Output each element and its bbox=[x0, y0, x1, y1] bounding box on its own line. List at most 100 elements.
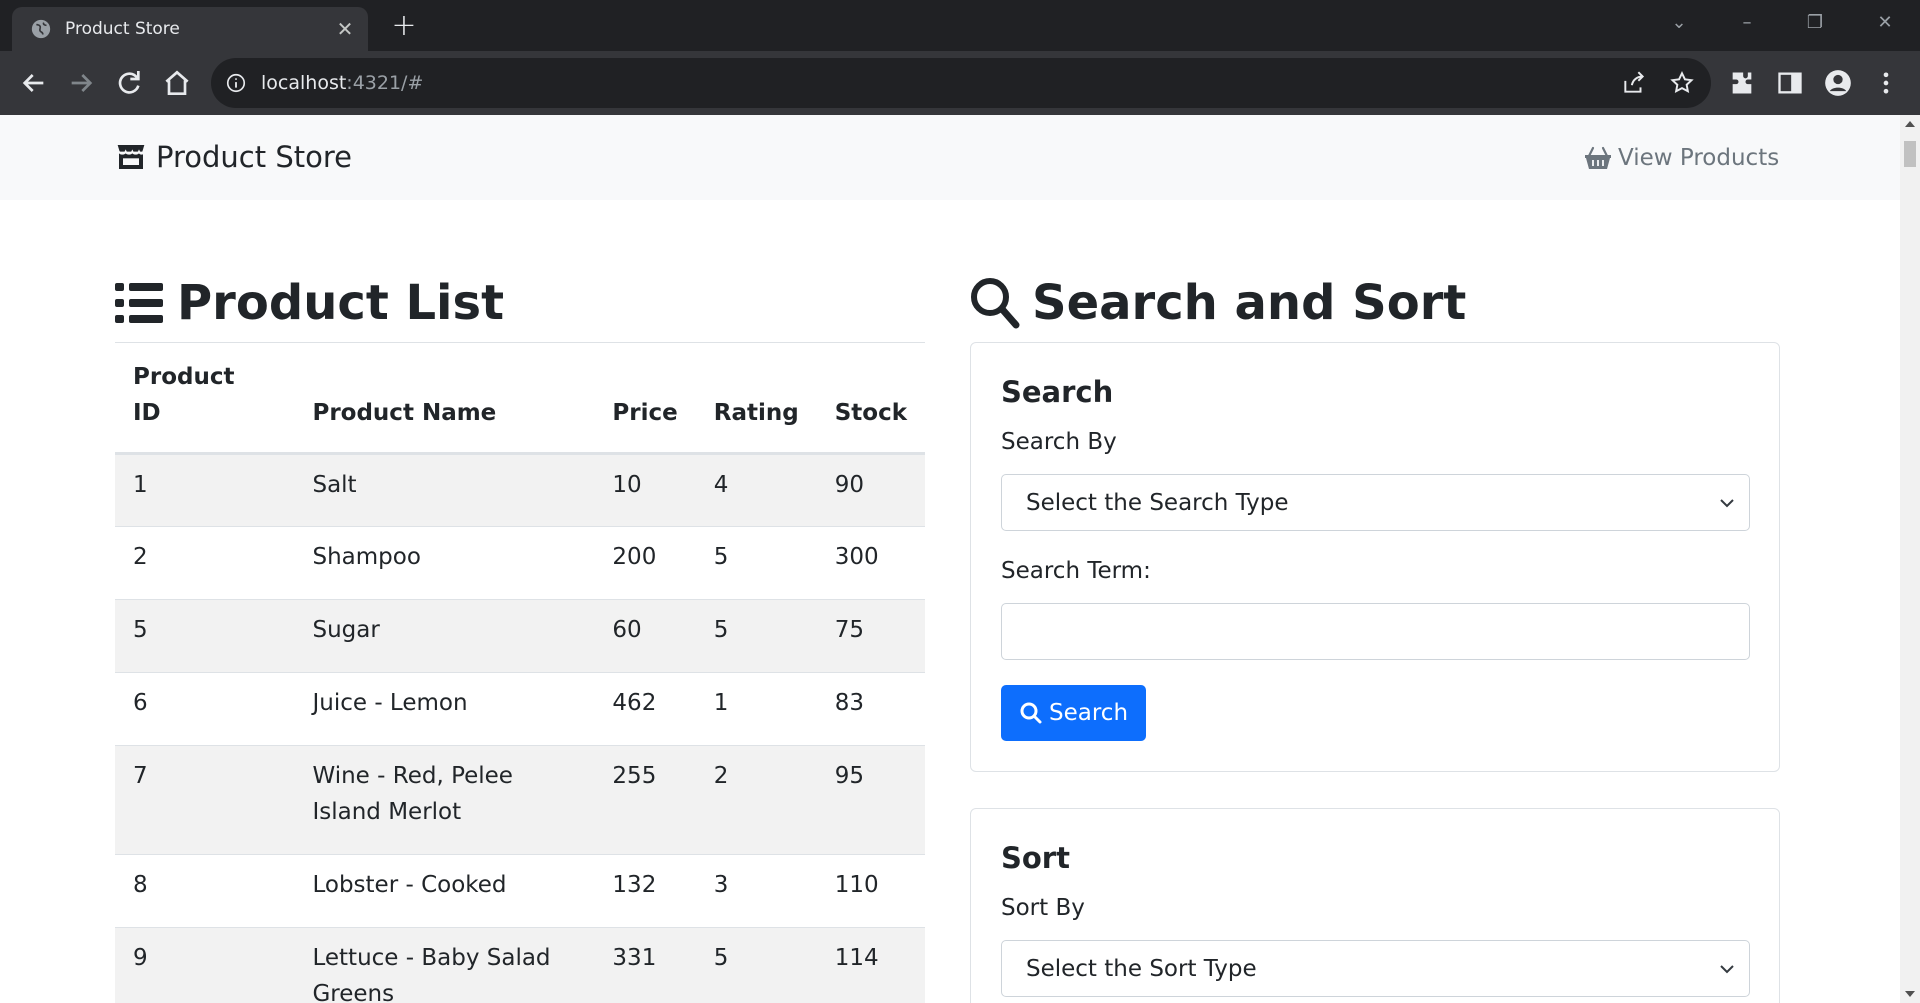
search-card: Search Search By Select the Search Type … bbox=[970, 342, 1780, 772]
cell-rating: 5 bbox=[695, 927, 817, 1003]
scroll-down-arrow-icon[interactable] bbox=[1905, 991, 1915, 997]
new-tab-button[interactable]: + bbox=[390, 11, 418, 41]
page-viewport: Product Store View Products Product List bbox=[0, 115, 1920, 1003]
table-row: 1 Salt 10 4 90 bbox=[115, 453, 925, 527]
cell-rating: 1 bbox=[695, 672, 817, 746]
browser-tab[interactable]: Product Store ✕ bbox=[12, 7, 368, 51]
cell-stock: 75 bbox=[816, 599, 925, 673]
url-host: localhost bbox=[261, 72, 347, 94]
cell-price: 331 bbox=[594, 927, 696, 1003]
bookmark-star-icon[interactable] bbox=[1669, 70, 1695, 96]
search-type-select[interactable]: Select the Search Type bbox=[1001, 474, 1750, 531]
cell-product-id: 1 bbox=[115, 453, 295, 527]
chevron-down-icon bbox=[1720, 499, 1734, 508]
product-list-title: Product List bbox=[177, 275, 505, 331]
search-term-input[interactable] bbox=[1001, 603, 1750, 660]
cell-rating: 3 bbox=[695, 854, 817, 928]
cell-price: 255 bbox=[594, 745, 696, 855]
close-window-button[interactable]: ✕ bbox=[1870, 11, 1900, 35]
cell-product-id: 6 bbox=[115, 672, 295, 746]
col-header-product-name[interactable]: Product Name bbox=[294, 343, 595, 455]
view-products-link[interactable]: View Products bbox=[1584, 143, 1779, 173]
col-header-product-id[interactable]: Product ID bbox=[115, 343, 295, 455]
tab-search-icon[interactable]: ⌄ bbox=[1664, 11, 1694, 35]
cell-stock: 95 bbox=[816, 745, 925, 855]
close-tab-icon[interactable]: ✕ bbox=[334, 18, 356, 40]
search-sort-title: Search and Sort bbox=[1032, 275, 1467, 331]
col-header-stock[interactable]: Stock bbox=[816, 343, 925, 455]
cell-rating: 5 bbox=[695, 599, 817, 673]
search-icon bbox=[1020, 702, 1042, 724]
brand-link[interactable]: Product Store bbox=[115, 139, 352, 175]
search-type-value: Select the Search Type bbox=[1026, 490, 1289, 516]
cell-product-name: Juice - Lemon bbox=[294, 672, 595, 746]
search-term-label: Search Term: bbox=[1001, 558, 1151, 584]
cell-product-id: 8 bbox=[115, 854, 295, 928]
cell-price: 462 bbox=[594, 672, 696, 746]
cell-rating: 4 bbox=[695, 453, 817, 527]
cell-price: 10 bbox=[594, 453, 696, 527]
tab-title: Product Store bbox=[65, 19, 180, 39]
site-navbar: Product Store View Products bbox=[0, 115, 1900, 200]
cell-product-name: Wine - Red, Pelee Island Merlot bbox=[294, 745, 595, 855]
cell-product-name: Sugar bbox=[294, 599, 595, 673]
profile-avatar-icon[interactable] bbox=[1824, 69, 1852, 97]
cell-price: 60 bbox=[594, 599, 696, 673]
search-button-label: Search bbox=[1049, 700, 1129, 726]
reload-button[interactable] bbox=[113, 67, 145, 99]
globe-icon bbox=[31, 19, 51, 39]
page-scrollbar[interactable] bbox=[1900, 115, 1920, 1003]
scroll-up-arrow-icon[interactable] bbox=[1905, 121, 1915, 127]
col-header-rating[interactable]: Rating bbox=[695, 343, 817, 455]
scroll-thumb[interactable] bbox=[1904, 141, 1916, 167]
sort-type-select[interactable]: Select the Sort Type bbox=[1001, 940, 1750, 997]
sort-type-value: Select the Sort Type bbox=[1026, 956, 1257, 982]
table-row: 9 Lettuce - Baby Salad Greens 331 5 114 bbox=[115, 927, 925, 1003]
back-button[interactable] bbox=[18, 67, 50, 99]
chevron-down-icon bbox=[1720, 965, 1734, 974]
side-panel-icon[interactable] bbox=[1776, 69, 1804, 97]
cell-product-id: 9 bbox=[115, 927, 295, 1003]
share-icon[interactable] bbox=[1621, 70, 1647, 96]
cell-price: 132 bbox=[594, 854, 696, 928]
address-bar[interactable]: localhost:4321/# bbox=[211, 58, 1711, 108]
search-heading: Search bbox=[1001, 375, 1114, 409]
forward-arrow-icon bbox=[71, 74, 93, 92]
search-button[interactable]: Search bbox=[1001, 685, 1147, 741]
store-icon bbox=[117, 145, 145, 169]
cell-product-name: Salt bbox=[294, 453, 595, 527]
basket-icon bbox=[1585, 146, 1611, 169]
cell-product-id: 7 bbox=[115, 745, 295, 855]
url-path: :4321/# bbox=[346, 72, 424, 94]
restore-button[interactable]: ❐ bbox=[1800, 11, 1830, 35]
cell-rating: 2 bbox=[695, 745, 817, 855]
url-text[interactable]: localhost:4321/# bbox=[261, 71, 423, 95]
search-by-label: Search By bbox=[1001, 429, 1117, 455]
home-button[interactable] bbox=[161, 67, 193, 99]
table-row: 2 Shampoo 200 5 300 bbox=[115, 526, 925, 600]
table-row: 8 Lobster - Cooked 132 3 110 bbox=[115, 854, 925, 928]
reload-icon bbox=[118, 71, 140, 94]
cell-product-id: 2 bbox=[115, 526, 295, 600]
forward-button[interactable] bbox=[65, 67, 97, 99]
col-header-price[interactable]: Price bbox=[594, 343, 696, 455]
table-row: 5 Sugar 60 5 75 bbox=[115, 599, 925, 673]
table-row: 6 Juice - Lemon 462 1 83 bbox=[115, 672, 925, 746]
extensions-icon[interactable] bbox=[1728, 69, 1756, 97]
search-sort-heading: Search and Sort bbox=[970, 273, 1466, 333]
cell-product-name: Lettuce - Baby Salad Greens bbox=[294, 927, 595, 1003]
info-icon[interactable] bbox=[225, 72, 247, 94]
product-table: Product ID Product Name Price Rating Sto… bbox=[115, 343, 925, 1003]
table-row: 7 Wine - Red, Pelee Island Merlot 255 2 … bbox=[115, 745, 925, 855]
view-products-label: View Products bbox=[1618, 145, 1780, 171]
kebab-menu-icon[interactable] bbox=[1872, 69, 1900, 97]
minimize-button[interactable]: – bbox=[1732, 11, 1762, 35]
sort-card: Sort Sort By Select the Sort Type bbox=[970, 808, 1780, 1003]
cell-product-name: Shampoo bbox=[294, 526, 595, 600]
cell-stock: 300 bbox=[816, 526, 925, 600]
cell-price: 200 bbox=[594, 526, 696, 600]
list-icon bbox=[115, 283, 163, 323]
home-icon bbox=[165, 70, 189, 95]
browser-tabstrip: Product Store ✕ + ⌄ – ❐ ✕ bbox=[0, 0, 1920, 51]
back-arrow-icon bbox=[22, 74, 44, 92]
